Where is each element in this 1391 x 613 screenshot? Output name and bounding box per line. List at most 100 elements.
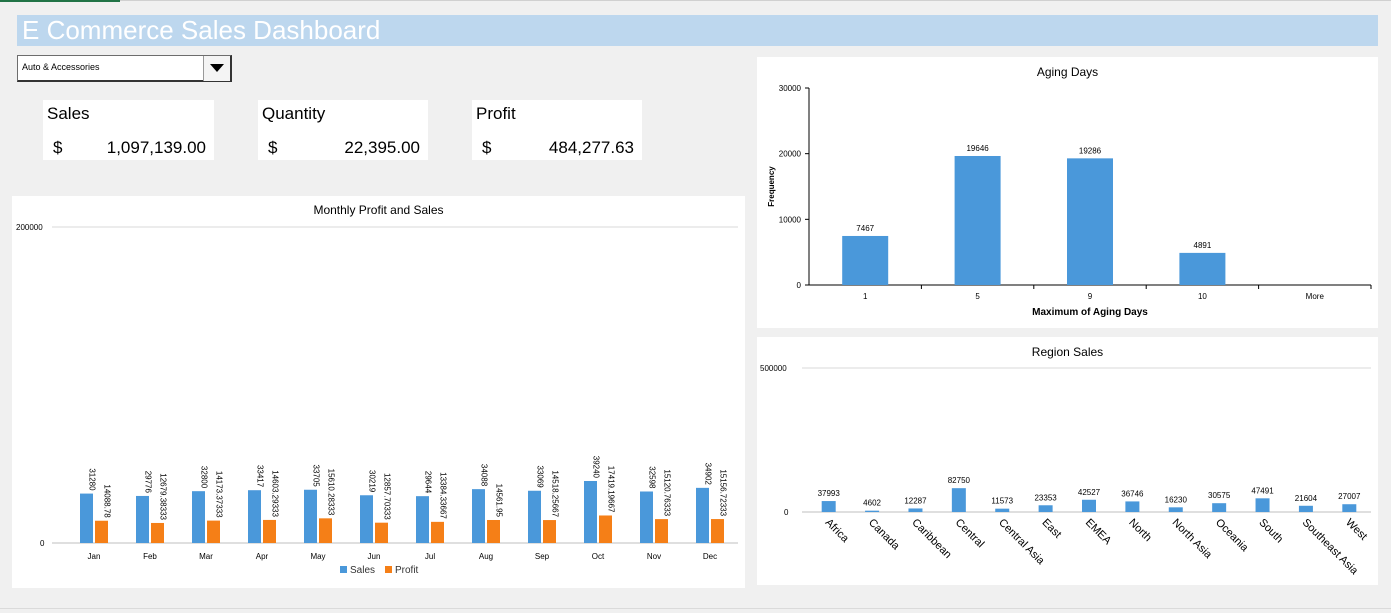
kpi-quantity-card: Quantity $ 22,395.00	[258, 100, 428, 160]
sales-bar	[416, 496, 429, 543]
region-bar	[1082, 499, 1096, 512]
profit-bar	[487, 519, 500, 543]
kpi-sales-value: 1,097,139.00	[106, 138, 206, 157]
legend-profit-label: Profit	[395, 565, 419, 576]
sales-data-label: 30219	[368, 470, 377, 493]
x-tick-label: East	[1039, 517, 1063, 541]
x-tick-label: 1	[863, 292, 868, 301]
sales-bar	[248, 490, 261, 543]
sales-data-label: 29644	[424, 471, 433, 494]
window-top-border	[0, 0, 1391, 1]
region-bar	[1168, 507, 1183, 512]
region-bar	[821, 501, 836, 512]
x-tick-label: Central	[953, 517, 987, 551]
x-tick-label: Jun	[368, 552, 381, 561]
kpi-profit-card: Profit $ 484,277.63	[472, 100, 642, 160]
x-tick-label: Dec	[703, 552, 717, 561]
dropdown-arrow-button[interactable]	[203, 56, 230, 81]
x-tick-label: Nov	[647, 552, 661, 561]
aging-bar	[842, 235, 889, 285]
sales-bar	[304, 489, 317, 543]
kpi-profit-value: 484,277.63	[548, 138, 634, 157]
sales-data-label: 33705	[312, 464, 321, 487]
kpi-quantity-currency: $	[268, 138, 278, 157]
kpi-quantity-value: 22,395.00	[344, 138, 420, 157]
profit-data-label: 15120.76333	[663, 469, 672, 516]
profit-data-label: 12679.38333	[159, 473, 168, 520]
region-data-label: 16230	[1165, 495, 1188, 504]
x-tick-label: North Asia	[1170, 517, 1215, 562]
legend-sales-swatch	[340, 566, 347, 573]
y-tick-label: 200000	[16, 223, 43, 232]
x-tick-label: Mar	[199, 552, 213, 561]
sales-data-label: 33417	[256, 465, 265, 488]
x-tick-label: West	[1343, 517, 1369, 543]
profit-bar	[431, 521, 444, 543]
region-data-label: 37993	[818, 489, 841, 498]
x-tick-label: Sep	[535, 552, 550, 561]
dashboard-title: E Commerce Sales Dashboard	[17, 15, 1378, 46]
region-data-label: 30575	[1208, 491, 1231, 500]
profit-data-label: 15156.72333	[719, 469, 728, 516]
x-tick-label: Oceania	[1213, 517, 1251, 555]
x-tick-label: 10	[1198, 292, 1207, 301]
y-tick-label: 20000	[779, 150, 802, 159]
kpi-quantity-label: Quantity	[262, 104, 326, 123]
region-bar	[1125, 501, 1140, 512]
aging-bar	[954, 155, 1001, 285]
region-data-label: 82750	[948, 476, 971, 485]
x-tick-label: More	[1306, 292, 1325, 301]
region-data-label: 11573	[991, 497, 1013, 506]
x-axis-title: Maximum of Aging Days	[1032, 307, 1148, 318]
region-bar	[1342, 504, 1357, 512]
region-chart-plot: 500000 0 37993 Africa 4602 Canada 12287 Caribbe…	[760, 364, 1371, 578]
category-filter-dropdown[interactable]: Auto & Accessories	[17, 55, 232, 82]
x-tick-label: EMEA	[1083, 517, 1114, 548]
sales-bar	[192, 491, 205, 543]
aging-chart-plot: 0 10000 20000 30000 7467 1 19646 5 19286 9 4891 10 M…	[767, 84, 1372, 318]
kpi-sales-label: Sales	[47, 104, 90, 123]
x-tick-label: Oct	[592, 552, 605, 561]
profit-bar	[319, 518, 332, 543]
region-data-label: 36746	[1121, 489, 1144, 498]
profit-bar	[375, 522, 388, 543]
chevron-down-icon	[210, 64, 224, 72]
x-tick-label: Canada	[866, 517, 902, 553]
region-bar	[908, 508, 923, 512]
category-filter-value: Auto & Accessories	[22, 62, 100, 72]
x-tick-label: South	[1256, 517, 1285, 546]
profit-bar	[543, 520, 556, 543]
x-tick-label: Jan	[88, 552, 101, 561]
monthly-chart-plot: 200000 0 31280 14088.78 Jan 29776 12679.38333 F…	[16, 223, 738, 576]
x-tick-label: May	[310, 552, 325, 561]
monthly-chart-card: Monthly Profit and Sales 200000 0 31280 140…	[12, 196, 745, 588]
sales-data-label: 39240	[592, 456, 601, 479]
region-bar	[1038, 505, 1053, 512]
profit-bar	[711, 519, 724, 543]
region-data-label: 42527	[1078, 488, 1101, 497]
y-tick-label: 0	[797, 281, 802, 290]
sales-bar	[640, 491, 653, 543]
profit-data-label: 14173.37333	[215, 471, 224, 518]
x-tick-label: North	[1126, 517, 1154, 545]
region-bar	[951, 488, 966, 512]
profit-bar	[95, 520, 108, 543]
y-tick-label: 30000	[779, 84, 802, 93]
x-tick-label: Aug	[479, 552, 493, 561]
sales-bar	[80, 493, 93, 543]
y-tick-label: 0	[784, 508, 789, 517]
profit-data-label: 15610.28333	[327, 469, 336, 516]
x-tick-label: Apr	[256, 552, 269, 561]
region-data-label: 12287	[904, 496, 927, 505]
aging-data-label: 19646	[966, 144, 989, 153]
profit-bar	[207, 520, 220, 543]
sales-data-label: 34088	[480, 464, 489, 487]
aging-data-label: 19286	[1079, 146, 1102, 155]
y-tick-label: 10000	[779, 215, 802, 224]
y-axis-title: Frequency	[767, 166, 776, 207]
profit-bar	[599, 515, 612, 543]
profit-data-label: 14518.25667	[551, 470, 560, 517]
aging-data-label: 4891	[1194, 241, 1212, 250]
kpi-profit-currency: $	[482, 138, 492, 157]
sales-bar	[584, 481, 597, 543]
